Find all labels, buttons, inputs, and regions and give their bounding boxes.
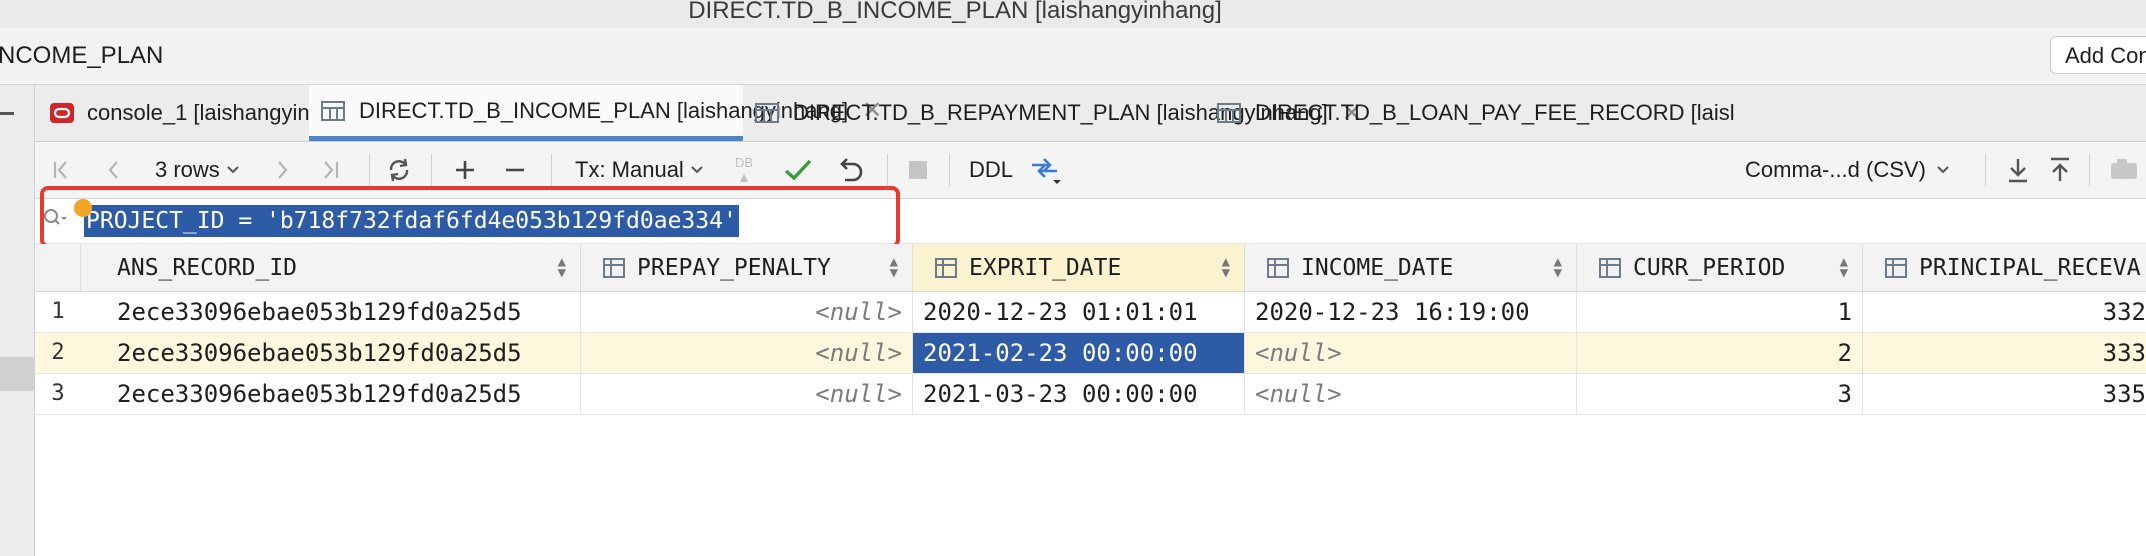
- db-label: DB: [735, 155, 754, 170]
- column-icon: [1885, 257, 1907, 278]
- chevron-down-icon: [691, 166, 703, 174]
- column-header[interactable]: PREPAY_PENALTY ▲ ▼: [581, 244, 913, 292]
- table-icon: [755, 103, 779, 123]
- table-cell[interactable]: <null>: [581, 333, 913, 374]
- table-cell[interactable]: 1: [1577, 292, 1863, 333]
- table-cell[interactable]: <null>: [581, 374, 913, 415]
- table-cell[interactable]: <null>: [581, 292, 913, 333]
- toolbar-divider: [369, 154, 370, 186]
- toolbar-divider: [887, 154, 888, 186]
- stop-icon[interactable]: [907, 142, 929, 198]
- toolbar-divider: [551, 154, 552, 186]
- upload-icon[interactable]: [2047, 142, 2073, 198]
- column-header[interactable]: ANS_RECORD_ID ▲ ▼: [81, 244, 581, 292]
- ddl-label: DDL: [969, 157, 1014, 182]
- row-number[interactable]: 2: [35, 333, 81, 374]
- minimize-icon[interactable]: [0, 112, 14, 115]
- column-header-label: INCOME_DATE: [1301, 254, 1454, 281]
- chevron-down-icon: [227, 166, 239, 174]
- sort-icon[interactable]: ▲ ▼: [890, 255, 898, 280]
- table-icon: [321, 100, 345, 121]
- toolbar-divider: [2089, 154, 2090, 186]
- table-cell[interactable]: 2020-12-23 01:01:01: [913, 292, 1245, 333]
- column-icon: [1599, 257, 1621, 278]
- window-title: DIRECT.TD_B_INCOME_PLAN [laishangyinhang…: [688, 0, 1222, 24]
- table-cell[interactable]: 2020-12-23 16:19:00: [1245, 292, 1577, 333]
- table-cell[interactable]: 333: [1863, 333, 2146, 374]
- column-icon: [1267, 257, 1289, 278]
- toolbar-divider: [949, 154, 950, 186]
- navigation-bar: NCOME_PLAN Add Con: [0, 28, 2146, 85]
- toolbar-divider: [431, 154, 432, 186]
- column-icon: [603, 257, 625, 278]
- row-count-label: 3 rows: [155, 157, 220, 182]
- sort-icon[interactable]: ▲ ▼: [1840, 255, 1848, 280]
- export-format-label: Comma-...d (CSV): [1745, 157, 1926, 182]
- table-cell[interactable]: 335: [1863, 374, 2146, 415]
- left-tool-strip: [0, 85, 35, 556]
- table-cell[interactable]: 2: [1577, 333, 1863, 374]
- sort-icon[interactable]: ▲ ▼: [1554, 255, 1562, 280]
- table-cell[interactable]: 2ece33096ebae053b129fd0a25d5: [81, 292, 581, 333]
- table-cell[interactable]: 2021-03-23 00:00:00: [913, 374, 1245, 415]
- row-number[interactable]: 3: [35, 374, 81, 415]
- column-header-label: ANS_RECORD_ID: [117, 254, 298, 281]
- chevron-down-icon: [1937, 166, 1949, 174]
- column-header-label: EXPRIT_DATE: [969, 254, 1122, 281]
- column-header[interactable]: PRINCIPAL_RECEVA: [1863, 244, 2146, 292]
- tool-window-button[interactable]: [0, 357, 34, 391]
- column-header[interactable]: CURR_PERIOD ▲ ▼: [1577, 244, 1863, 292]
- sort-icon[interactable]: ▲ ▼: [1222, 255, 1230, 280]
- sort-icon[interactable]: ▲ ▼: [558, 255, 566, 280]
- tx-mode-label: Tx: Manual: [575, 157, 684, 182]
- column-header-label: PREPAY_PENALTY: [637, 254, 831, 281]
- table-cell[interactable]: 2ece33096ebae053b129fd0a25d5: [81, 333, 581, 374]
- table-cell[interactable]: <null>: [1245, 333, 1577, 374]
- editor-tab-bar: console_1 [laishangyinhang] ✕ DIRECT.TD_…: [35, 85, 2146, 142]
- breadcrumb[interactable]: NCOME_PLAN: [0, 42, 163, 70]
- selected-cell[interactable]: 2021-02-23 00:00:00: [913, 333, 1245, 374]
- column-header[interactable]: EXPRIT_DATE ▲ ▼: [913, 244, 1245, 292]
- ddl-button[interactable]: DDL: [969, 142, 1013, 198]
- highlight-annotation: [40, 186, 900, 248]
- column-header[interactable]: INCOME_DATE ▲ ▼: [1245, 244, 1577, 292]
- table-cell[interactable]: <null>: [1245, 374, 1577, 415]
- download-icon[interactable]: [2005, 142, 2031, 198]
- column-icon: [935, 257, 957, 278]
- table-cell[interactable]: 2ece33096ebae053b129fd0a25d5: [81, 374, 581, 415]
- row-number[interactable]: 1: [35, 292, 81, 333]
- column-header-label: PRINCIPAL_RECEVA: [1919, 254, 2141, 281]
- oracle-console-icon: [50, 103, 74, 123]
- column-header-label: CURR_PERIOD: [1633, 254, 1786, 281]
- table-icon: [1217, 103, 1241, 123]
- add-configuration-button[interactable]: Add Con: [2050, 36, 2146, 74]
- row-number-header: [35, 244, 81, 292]
- toolbar-divider: [1985, 154, 1986, 186]
- tab-label: DIRECT.TD_B_LOAN_PAY_FEE_RECORD [laisl: [1255, 100, 1735, 125]
- tab-loan-pay-fee-record[interactable]: DIRECT.TD_B_LOAN_PAY_FEE_RECORD [laisl: [1217, 85, 1735, 141]
- compare-icon[interactable]: [1029, 142, 1063, 198]
- table-cell[interactable]: 3: [1577, 374, 1863, 415]
- result-grid: ANS_RECORD_ID ▲ ▼ PREPAY_PENALTY ▲ ▼ EXPRI…: [35, 244, 2146, 556]
- window-title-bar: DIRECT.TD_B_INCOME_PLAN [laishangyinhang…: [0, 0, 2146, 29]
- table-cell[interactable]: 332: [1863, 292, 2146, 333]
- settings-icon[interactable]: [2109, 142, 2139, 198]
- export-format-dropdown[interactable]: Comma-...d (CSV): [1745, 142, 1950, 198]
- tab-income-plan[interactable]: DIRECT.TD_B_INCOME_PLAN [laishangyinhang…: [309, 85, 882, 141]
